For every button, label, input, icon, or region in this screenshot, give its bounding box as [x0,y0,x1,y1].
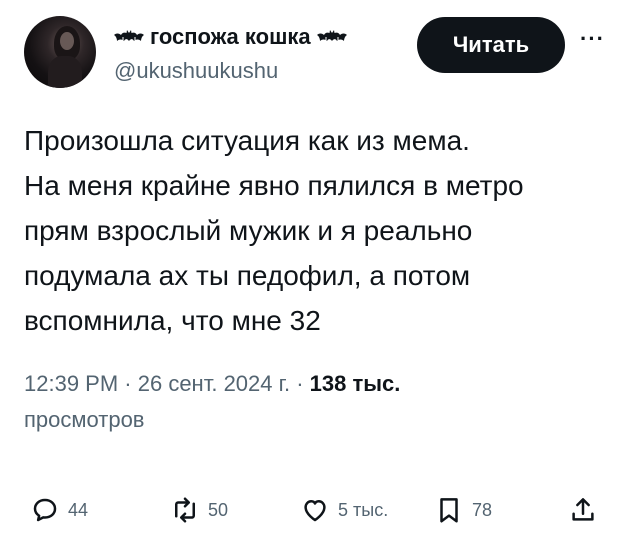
tweet-time[interactable]: 12:39 PM [24,371,118,396]
tweet-line: На меня крайне явно пялился в метро [24,170,524,201]
tweet-line: Произошла ситуация как из мема. [24,125,470,156]
display-name: госпожа кошка [150,24,311,49]
bookmark-icon [440,498,458,523]
views-count: 138 тыс. [309,371,401,396]
meta-separator: · [290,371,310,396]
meta-separator: · [118,371,138,396]
follow-button[interactable]: Читать [417,17,565,73]
heart-icon [304,500,326,522]
tweet-meta: 12:39 PM · 26 сент. 2024 г. · 138 тыс. п… [24,366,624,438]
tweet-line: вспомнила, что мне 32 [24,305,321,336]
like-button[interactable]: 5 тыс. [300,490,388,530]
tweet-line: подумала ах ты педофил, а потом [24,260,471,291]
bat-icon [114,30,144,41]
views-label: просмотров [24,407,145,432]
bookmark-button[interactable]: 78 [434,490,492,530]
share-button[interactable] [568,490,598,530]
retweet-count: 50 [208,499,229,520]
tweet-text: Произошла ситуация как из мема. На меня … [24,118,624,343]
bat-icon [316,30,347,41]
tweet-date[interactable]: 26 сент. 2024 г. [138,371,290,396]
tweet-line: прям взрослый мужик и я реально [24,215,473,246]
like-count: 5 тыс. [338,499,389,520]
bookmark-count: 78 [472,499,493,520]
display-name-row[interactable]: госпожа кошка [114,24,347,50]
share-icon [572,498,594,521]
retweet-icon [175,497,195,523]
avatar[interactable] [24,16,96,88]
more-options-icon[interactable]: ··· [580,26,605,52]
user-handle[interactable]: @ukushuukushu [114,58,278,84]
retweet-button[interactable]: 50 [170,490,228,530]
action-bar: 44 50 5 тыс. 78 [0,490,640,530]
reply-button[interactable]: 44 [30,490,88,530]
reply-count: 44 [68,499,89,520]
reply-icon [33,498,57,522]
